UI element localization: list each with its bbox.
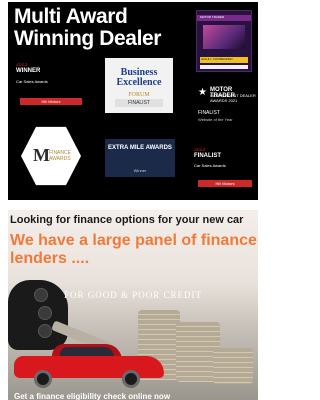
star-icon: ★	[198, 87, 207, 98]
finance-awards-logo: M	[33, 145, 50, 165]
magazine-heading: MOTOR TRADER	[200, 15, 225, 19]
awards-title: Multi Award Winning Dealer	[14, 6, 161, 50]
finalist-category: Car Sales Awards	[194, 163, 226, 168]
finance-heading: Looking for finance options for your new…	[10, 214, 244, 226]
red-car-icon	[14, 344, 164, 388]
motor-trader-category: Website of the Year	[198, 117, 233, 122]
awards-banner[interactable]: Multi Award Winning Dealer MOTOR TRADER …	[8, 2, 258, 200]
business-excellence-name: Business Excellence	[116, 67, 162, 88]
motor-trader-status: FINALIST	[198, 110, 220, 116]
extra-mile-label: EXTRA MILE AWARDS	[108, 145, 172, 151]
car-sales-awards-finalist-card: 2023 FINALIST Car Sales Awards Hill Moto…	[194, 148, 256, 191]
finance-tagline: FOR GOOD & POOR CREDIT	[63, 290, 202, 300]
motor-trader-award: INDEPENDENT DEALER AWARDS 2021	[210, 93, 256, 103]
business-excellence-card: Business Excellence FORUM FINALIST	[105, 58, 173, 113]
magazine-artwork	[203, 25, 245, 49]
awards-title-line2: Winning Dealer	[14, 27, 162, 50]
finance-awards-label: FINANCE AWARDS	[49, 150, 71, 162]
extra-mile-status: Winner	[133, 168, 147, 173]
business-excellence-sub: FORUM	[128, 92, 150, 98]
finalist-dealer-label: Hill Motors	[198, 180, 252, 187]
extra-mile-awards-card: EXTRA MILE AWARDS Winner	[105, 139, 175, 177]
business-excellence-status: FINALIST	[115, 99, 163, 107]
coin-stack	[213, 348, 253, 384]
car-sales-awards-winner-card: 2023 WINNER Car Sales Awards Hill Motors	[16, 63, 86, 109]
winner-category: Car Sales Awards	[16, 79, 48, 84]
finance-check-link[interactable]: Get a finance eligibility check online n…	[14, 392, 170, 400]
winner-dealer-label: Hill Motors	[20, 98, 82, 105]
motor-trader-finalist-card: ★ MOTOR TRADER INDEPENDENT DEALER AWARDS…	[196, 84, 258, 132]
finance-awards-badge: M FINANCE AWARDS	[21, 126, 81, 186]
awards-title-line1: Multi Award	[14, 5, 128, 28]
motor-trader-magazine-cover: MOTOR TRADER HIGHLY COMMENDED	[196, 10, 252, 72]
winner-status: WINNER	[16, 68, 41, 74]
finance-subheading: We have a large panel of finance lenders…	[10, 232, 257, 267]
finalist-status: FINALIST	[194, 153, 221, 159]
finance-banner[interactable]: Looking for finance options for your new…	[8, 210, 258, 400]
magazine-footer: HIGHLY COMMENDED	[201, 57, 233, 61]
